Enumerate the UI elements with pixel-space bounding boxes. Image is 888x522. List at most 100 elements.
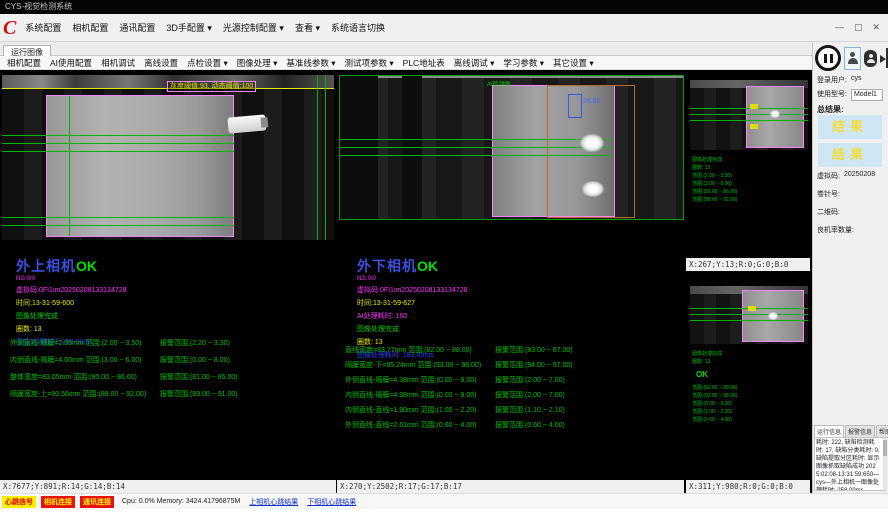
- model-label: 使用型号:: [817, 89, 847, 101]
- measure-line: [2, 135, 234, 136]
- user-icon: [850, 52, 855, 57]
- menu-item[interactable]: 查看 ▾: [295, 21, 320, 34]
- log-scrollbar[interactable]: [883, 438, 887, 490]
- camera-image-preview-bottom[interactable]: [690, 286, 808, 344]
- toolbar-item[interactable]: 基准线参数 ▾: [286, 57, 335, 69]
- menu-item[interactable]: 相机配置: [72, 21, 108, 34]
- measure-line: [340, 155, 614, 156]
- maximize-button[interactable]: ▢: [854, 22, 863, 33]
- close-button[interactable]: ✕: [872, 22, 880, 33]
- exit-arrow-icon: [880, 55, 888, 63]
- toolbar-item[interactable]: 离线设置: [144, 57, 178, 69]
- model-select[interactable]: Model1: [851, 89, 883, 101]
- toolbar-item[interactable]: PLC地址表: [403, 57, 445, 69]
- user-button[interactable]: [844, 47, 861, 70]
- log-scrollbar-thumb[interactable]: [883, 440, 887, 456]
- upper-camera-heartbeat-link[interactable]: 上相机心跳结果: [249, 497, 298, 507]
- toolbar-item[interactable]: 图像处理 ▾: [237, 57, 278, 69]
- measurement-value: 隔膜宽度-上=90.56mm 范围:(88.00 ~ 92.00): [10, 389, 160, 399]
- menu-item[interactable]: 系统配置: [25, 21, 61, 34]
- menu: 系统配置相机配置通讯配置 3D手配置 ▾ 光源控制配置 ▾ 查看 ▾ 系统语言切换: [25, 21, 385, 34]
- preview-result-ok: OK: [696, 370, 708, 379]
- virtual-code-label: 虚拟码:: [817, 171, 840, 181]
- toolbar-item[interactable]: 学习参数 ▾: [503, 57, 544, 69]
- label-mark: [750, 104, 758, 109]
- edge-line: [69, 96, 70, 236]
- measurements-lower-outer: 直线宽度=83.77mm 范围:(82.00 ~ 88.00) 报警范围:(83…: [345, 345, 681, 435]
- measurement-row: 直线宽度=83.77mm 范围:(82.00 ~ 88.00) 报警范围:(83…: [345, 345, 681, 355]
- measurement-value: 直线宽度=83.77mm 范围:(82.00 ~ 88.00): [345, 345, 495, 355]
- toolbar-item[interactable]: 相机调试: [101, 57, 135, 69]
- result-boxes: 结果结果: [818, 115, 884, 171]
- measure-line: [340, 147, 614, 148]
- bottom-spacer: [0, 509, 888, 522]
- preview-line: 范围:(93.00 ~ 98.00): [692, 392, 737, 400]
- toolbar-item[interactable]: 离线调试 ▾: [454, 57, 495, 69]
- machine-band: [340, 76, 683, 78]
- alarm-range: 报警范围:(94.00 ~ 97.00): [495, 360, 573, 370]
- toolbar-item[interactable]: 相机配置: [7, 57, 41, 69]
- reflection-blob: [770, 110, 780, 118]
- measurement-row: 内侧直线-隔膜=4.60mm 范围:(3.00 ~ 6.00) 报警范围:(0.…: [10, 355, 332, 365]
- electrode-object: [46, 95, 234, 237]
- preview-line: 圈数: 13: [692, 358, 722, 366]
- camera-image-lower-outer[interactable]: 26.80 AI检测框: [339, 75, 684, 220]
- capture-time: 时间:13-31-59-600: [16, 298, 127, 308]
- panel-buttons: [815, 45, 888, 71]
- pause-icon: [830, 54, 833, 63]
- measure-line: [2, 225, 234, 226]
- user-lock-button[interactable]: [864, 50, 877, 67]
- measurement-row: 内侧直线-直线=1.90mm 范围:(1.00 ~ 2.20) 报警范围:(1.…: [345, 405, 681, 415]
- toolbar-item[interactable]: AI使用配置: [50, 57, 92, 69]
- titlebar: CYS-视觉检测系统: [0, 0, 888, 14]
- measurement-value: 外侧直线-隔膜=4.38mm 范围:(0.00 ~ 9.00): [345, 375, 495, 385]
- alarm-range: 报警范围:(89.00 ~ 91.00): [160, 389, 238, 399]
- window-controls: — ▢ ✕: [835, 22, 880, 33]
- qrcode-label: 二维码:: [817, 207, 840, 217]
- menu-item[interactable]: 3D手配置 ▾: [166, 21, 212, 34]
- camera-image-upper-outer[interactable]: 灰度阈值:93, 动态阈值:100: [2, 75, 334, 240]
- measurement-row: 内侧直线-隔膜=4.38mm 范围:(0.00 ~ 9.00) 报警范围:(2.…: [345, 390, 681, 400]
- user-lock-icon: [867, 59, 875, 63]
- turn-count: 圈数: 13: [16, 324, 127, 334]
- preview-line: 范围:(1.00 ~ 2.20): [692, 408, 737, 416]
- needle-label: 卷针号:: [817, 189, 840, 199]
- reflection-blob: [582, 181, 604, 197]
- pause-icon: [824, 54, 827, 63]
- measure-vline: [317, 75, 318, 240]
- label-mark: [748, 306, 756, 311]
- camera-image-preview-top[interactable]: [690, 80, 808, 150]
- menu-item[interactable]: 光源控制配置 ▾: [223, 21, 284, 34]
- defect-score: 26.80: [583, 98, 601, 105]
- needle-row: 卷针号:: [817, 189, 840, 199]
- lower-camera-heartbeat-link[interactable]: 下相机心跳结果: [307, 497, 356, 507]
- virtual-code: 虚拟码:0FI1im20250208133134728: [357, 285, 468, 295]
- menu-item[interactable]: 系统语言切换: [331, 21, 385, 34]
- minimize-button[interactable]: —: [835, 22, 844, 33]
- exit-button[interactable]: [880, 48, 888, 68]
- toolbar-item[interactable]: 点检设置 ▾: [187, 57, 228, 69]
- measure-line: [2, 143, 234, 144]
- measurement-value: 内侧直线-直线=1.90mm 范围:(1.00 ~ 2.20): [345, 405, 495, 415]
- measurement-value: 外侧直线-隔膜=2.95mm 范围:(2.00 ~ 3.50): [10, 338, 160, 348]
- camera-title: 外下相机: [357, 258, 417, 274]
- measure-line: [340, 139, 614, 140]
- measure-line: [2, 217, 234, 218]
- toolbar-item[interactable]: 测试项参数 ▾: [345, 57, 394, 69]
- toolbar-item[interactable]: 其它设置 ▾: [553, 57, 594, 69]
- preview-line: 图像处理完成: [692, 350, 722, 358]
- measure-line: [690, 314, 808, 315]
- preview-text-top: 图像处理完成圈数: 13范围:(2.00 ~ 3.50)范围:(3.00 ~ 6…: [692, 156, 737, 204]
- result-box: 结果: [818, 143, 882, 167]
- result-ok: OK: [417, 258, 438, 274]
- preview-line: 范围:(3.00 ~ 6.00): [692, 180, 737, 188]
- camera-view-upper-outer: 灰度阈值:93, 动态阈值:100 外上相机OK NG:0/0 虚拟码:0FI1…: [0, 70, 336, 493]
- tab-connector: [227, 114, 266, 133]
- run-log[interactable]: 耗时: 222, 缺陷检测耗时: 17, 缺陷分类耗时: 0, 缺陷提取分区耗时…: [814, 437, 886, 491]
- menu-item[interactable]: 通讯配置: [119, 21, 155, 34]
- reflection-blob: [580, 134, 604, 152]
- user-icon: [848, 58, 858, 64]
- pause-button[interactable]: [815, 45, 841, 71]
- alarm-range: 报警范围:(83.00 ~ 87.00): [495, 345, 573, 355]
- alarm-range: 报警范围:(2.00 ~ 7.00): [495, 390, 565, 400]
